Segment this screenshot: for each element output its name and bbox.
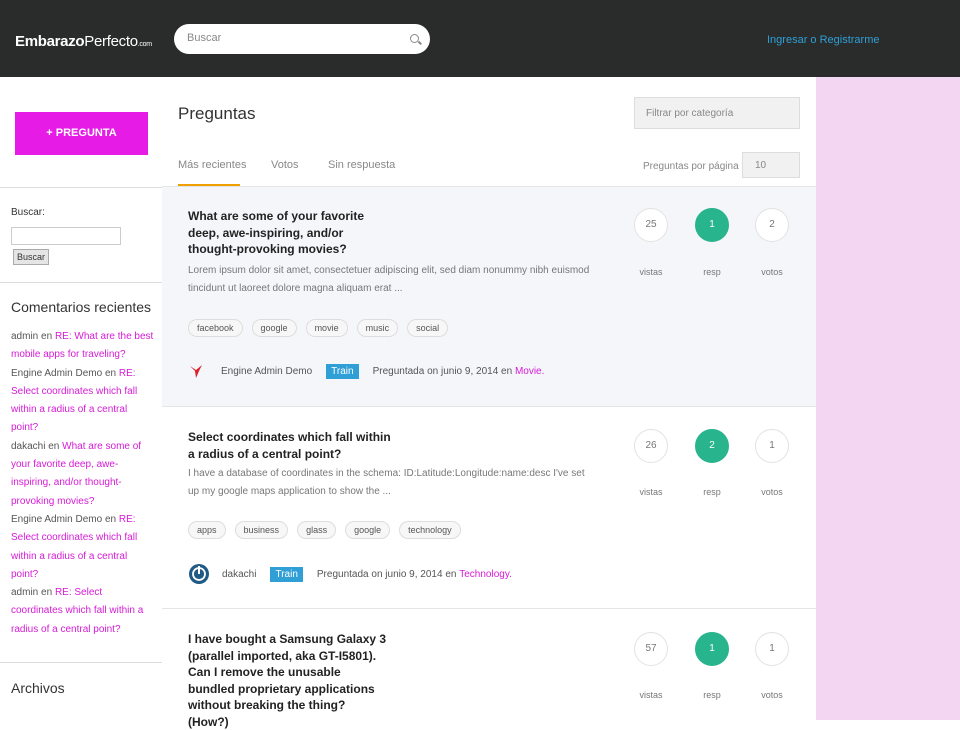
category-link[interactable]: Technology. [459, 569, 512, 580]
question-excerpt: I have a database of coordinates in the … [188, 468, 585, 497]
tag[interactable]: google [251, 319, 297, 337]
tab-unanswered[interactable]: Sin respuesta [328, 159, 395, 171]
tag[interactable]: facebook [188, 319, 243, 337]
answers-label: resp [703, 267, 721, 277]
question-item: I have bought a Samsung Galaxy 3 (parall… [162, 609, 816, 729]
side-ad-panel [816, 77, 960, 720]
comment-sep: en [102, 367, 119, 379]
divider [0, 282, 162, 283]
tag[interactable]: technology [399, 521, 461, 539]
votes-label: votos [761, 487, 783, 497]
question-meta: Engine Admin Demo Train Preguntada on ju… [188, 363, 544, 379]
category-filter-placeholder: Filtrar por categoría [646, 108, 734, 119]
comment-sep: en [38, 587, 55, 599]
power-avatar-icon [189, 564, 209, 584]
recent-comments-list: admin en RE: What are the best mobile ap… [11, 328, 156, 639]
login-link[interactable]: Ingresar o Registrarme [767, 34, 880, 46]
question-title[interactable]: What are some of your favorite deep, awe… [188, 208, 393, 258]
tag[interactable]: google [345, 521, 391, 539]
asked-info: Preguntada on junio 9, 2014 en [316, 568, 457, 580]
questions-panel: Preguntas Filtrar por categoría Más reci… [162, 77, 816, 729]
answers-label: resp [703, 487, 721, 497]
bird-avatar-icon [190, 365, 202, 378]
category-filter[interactable]: Filtrar por categoría [634, 97, 800, 129]
per-page-value: 10 [755, 160, 767, 171]
tag[interactable]: movie [305, 319, 348, 337]
comment-author[interactable]: dakachi [11, 441, 45, 452]
tag[interactable]: business [234, 521, 289, 539]
recent-comments-title: Comentarios recientes [11, 299, 152, 315]
votes-count[interactable]: 1 [755, 429, 789, 463]
sidebar-search-label: Buscar: [11, 207, 45, 218]
comment-author[interactable]: Engine Admin Demo [11, 514, 102, 525]
search-icon[interactable] [410, 34, 419, 43]
author-name[interactable]: Engine Admin Demo [221, 366, 312, 377]
divider [0, 662, 162, 663]
site-logo[interactable]: EmbarazoPerfecto.com [15, 33, 152, 50]
sidebar-search-input[interactable] [11, 227, 121, 245]
tag[interactable]: social [407, 319, 449, 337]
ask-question-button[interactable]: + PREGUNTA [15, 112, 148, 155]
category-link[interactable]: Movie. [515, 366, 544, 377]
divider [0, 187, 162, 188]
tag-list: apps business glass google technology [188, 521, 461, 539]
answers-label: resp [703, 690, 721, 700]
comment-sep: en [102, 513, 119, 525]
views-count: 57 [634, 632, 668, 666]
comment-item: admin en RE: What are the best mobile ap… [11, 328, 156, 365]
views-label: vistas [639, 267, 663, 277]
question-meta: dakachi Train Preguntada on junio 9, 201… [188, 563, 512, 585]
comment-author[interactable]: Engine Admin Demo [11, 368, 102, 379]
asked-info: Preguntada on junio 9, 2014 en [372, 365, 513, 377]
comment-author[interactable]: admin [11, 587, 38, 598]
question-title[interactable]: Select coordinates which fall within a r… [188, 429, 393, 462]
votes-count[interactable]: 2 [755, 208, 789, 242]
per-page-label: Preguntas por página [643, 161, 739, 172]
question-title[interactable]: I have bought a Samsung Galaxy 3 (parall… [188, 631, 388, 730]
search-input[interactable]: Buscar [174, 24, 430, 54]
logo-com: .com [137, 41, 152, 48]
views-label: vistas [639, 690, 663, 700]
question-excerpt: Lorem ipsum dolor sit amet, consectetuer… [188, 265, 590, 294]
question-item: Select coordinates which fall within a r… [162, 407, 816, 608]
views-label: vistas [639, 487, 663, 497]
comment-item: admin en RE: Select coordinates which fa… [11, 584, 156, 639]
search-placeholder: Buscar [187, 32, 222, 44]
views-count: 25 [634, 208, 668, 242]
views-count: 26 [634, 429, 668, 463]
tab-votes[interactable]: Votos [271, 159, 299, 171]
logo-bold: Embarazo [15, 33, 85, 50]
tag-list: facebook google movie music social [188, 319, 449, 337]
answers-count[interactable]: 2 [695, 429, 729, 463]
sidebar: + PREGUNTA Buscar: Buscar Comentarios re… [0, 77, 163, 720]
author-name[interactable]: dakachi [222, 569, 256, 580]
comment-author[interactable]: admin [11, 331, 38, 342]
tab-recent[interactable]: Más recientes [178, 159, 246, 171]
sidebar-search-button[interactable]: Buscar [13, 249, 50, 265]
page-title: Preguntas [178, 104, 256, 123]
per-page-input[interactable]: 10 [742, 152, 800, 178]
votes-count[interactable]: 1 [755, 632, 789, 666]
votes-label: votos [761, 267, 783, 277]
answers-count[interactable]: 1 [695, 632, 729, 666]
votes-label: votos [761, 690, 783, 700]
comment-item: dakachi en What are some of your favorit… [11, 438, 156, 511]
comment-sep: en [45, 440, 63, 452]
comment-item: Engine Admin Demo en RE: Select coordina… [11, 511, 156, 584]
tag[interactable]: apps [188, 521, 226, 539]
author-badge: Train [326, 363, 359, 379]
author-badge: Train [270, 566, 303, 582]
tag[interactable]: music [356, 319, 399, 337]
comment-sep: en [38, 331, 55, 342]
logo-light: Perfecto [84, 33, 138, 50]
comment-item: Engine Admin Demo en RE: Select coordina… [11, 365, 156, 438]
top-bar: EmbarazoPerfecto.com Buscar Ingresar o R… [0, 0, 960, 77]
question-item: What are some of your favorite deep, awe… [162, 187, 816, 406]
answers-count[interactable]: 1 [695, 208, 729, 242]
archives-title: Archivos [11, 680, 65, 696]
tag[interactable]: glass [297, 521, 337, 539]
